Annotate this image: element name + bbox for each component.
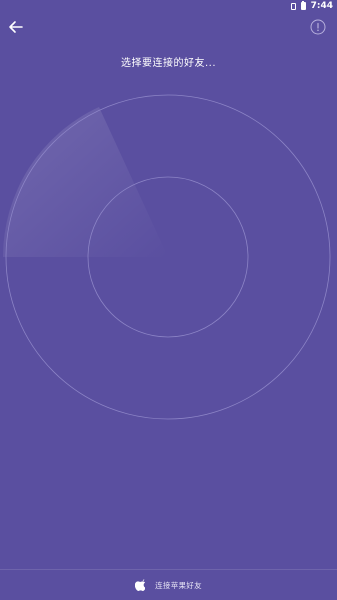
apple-icon (135, 579, 146, 591)
status-icons: 7:44 (290, 0, 333, 12)
radar-sweep (2, 107, 168, 257)
info-button[interactable] (310, 19, 326, 35)
connect-apple-friend-label: 连接苹果好友 (155, 580, 202, 590)
radar-scanner (0, 86, 337, 426)
back-button[interactable] (7, 18, 25, 36)
status-bar: 7:44 (0, 0, 337, 12)
connect-apple-friend-button[interactable]: 连接苹果好友 (0, 569, 337, 600)
info-icon (310, 19, 326, 35)
status-time: 7:44 (310, 1, 333, 11)
back-arrow-icon (9, 21, 23, 33)
battery-icon (300, 1, 306, 10)
sim-icon (290, 2, 296, 10)
page-title: 选择要连接的好友... (120, 58, 217, 69)
